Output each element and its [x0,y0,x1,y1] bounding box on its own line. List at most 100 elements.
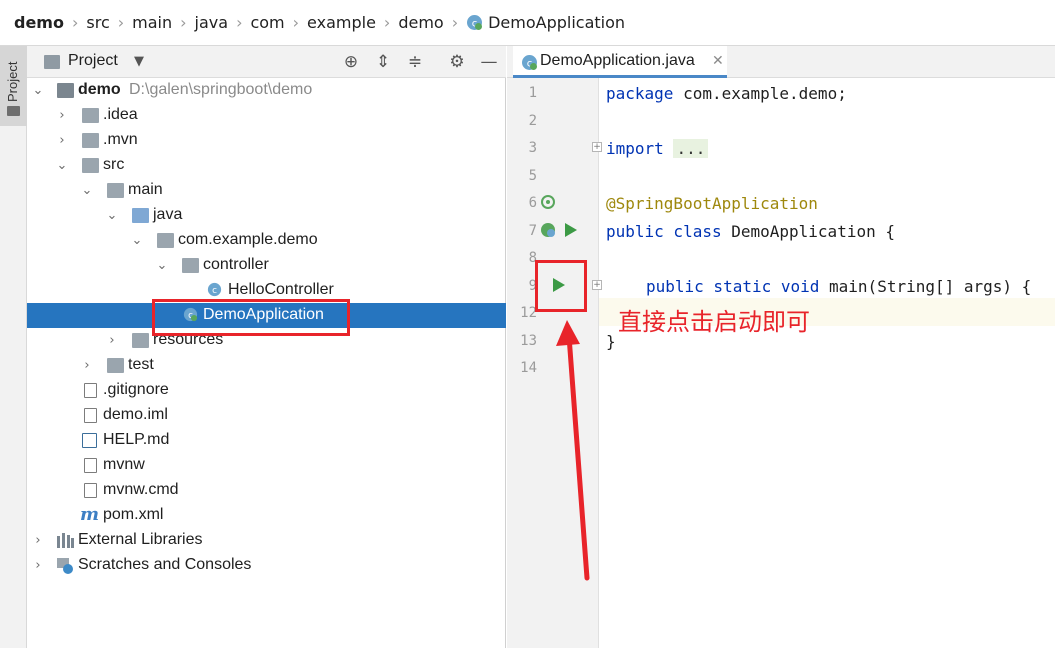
tree-label: controller [203,256,269,273]
chevron-right-icon[interactable]: › [56,134,68,147]
svg-text:c: c [212,286,217,296]
project-panel: Project ▼ ⊕ ⇕ ≑ ⚙ — ⌄ demo D:\galen\spri… [27,46,506,648]
line-number: 6 [528,195,537,211]
chevron-right-icon: › [292,13,300,32]
folder-icon [82,133,99,148]
chevron-right-icon[interactable]: › [32,559,44,572]
keyword: public static void [646,277,820,296]
code-line-13: } [606,332,616,351]
chevron-down-icon[interactable]: ⌄ [56,159,68,172]
folder-icon [107,358,124,373]
gear-icon[interactable]: ⚙ [446,51,468,73]
annotation-text: 直接点击启动即可 [618,308,810,336]
tree-row-test[interactable]: › test [27,353,506,378]
spring-boot-class-icon: c [522,55,537,70]
breadcrumb-item-demoapplication[interactable]: c DemoApplication [466,13,625,32]
tree-row-mvnw-cmd[interactable]: mvnw.cmd [27,478,506,503]
keyword: import [606,139,664,158]
tree-row-gitignore[interactable]: .gitignore [27,378,506,403]
code-area[interactable]: package com.example.demo; import ... @Sp… [599,78,1055,648]
tree-row-java[interactable]: ⌄ java [27,203,506,228]
library-icon [57,533,74,548]
module-folder-icon [57,83,74,98]
shell-script-icon [84,458,97,473]
source-folder-icon [132,208,149,223]
chevron-down-icon[interactable]: ⌄ [156,259,168,272]
highlight-box-run-button [535,260,587,312]
breadcrumb-item-main[interactable]: main [132,13,172,32]
tab-demoapplication-java[interactable]: c DemoApplication.java ✕ [513,46,727,78]
chevron-down-icon[interactable]: ▼ [134,54,144,69]
run-icon[interactable] [564,222,578,238]
ignore-file-icon [84,383,97,398]
breadcrumb-item-demo-package[interactable]: demo [398,13,443,32]
breadcrumb: demo › src › main › java › com › example… [0,0,1055,46]
tree-row-src[interactable]: ⌄ src [27,153,506,178]
chevron-right-icon: › [383,13,391,32]
scratches-icon [57,558,74,574]
line-number: 2 [528,113,537,129]
breadcrumb-item-src[interactable]: src [86,13,109,32]
chevron-down-icon[interactable]: ⌄ [81,184,93,197]
folded-imports[interactable]: ... [673,139,709,158]
chevron-down-icon[interactable]: ⌄ [32,84,44,97]
line-number: 9 [528,278,537,294]
breadcrumb-item-demo[interactable]: demo [14,13,64,32]
tree-label: pom.xml [103,506,164,523]
locate-icon[interactable]: ⊕ [340,51,362,73]
close-icon[interactable]: ✕ [712,53,724,69]
tree-row-help-md[interactable]: HELP.md [27,428,506,453]
bean-icon[interactable] [540,194,557,211]
tree-row-package[interactable]: ⌄ com.example.demo [27,228,506,253]
tree-label: src [103,156,125,173]
markdown-file-icon [82,433,97,448]
editor-gutter: 1 2 3 5 6 7 8 9 12 13 14 + + [507,78,602,648]
chevron-right-icon[interactable]: › [32,534,44,547]
project-view-selector[interactable]: Project [68,52,118,70]
chevron-down-icon[interactable]: ⌄ [131,234,143,247]
breadcrumb-item-com[interactable]: com [250,13,284,32]
tree-row-idea[interactable]: › .idea [27,103,506,128]
line-number: 5 [528,168,537,184]
line-number: 14 [520,360,537,376]
tree-row-mvnw[interactable]: mvnw [27,453,506,478]
chevron-right-icon[interactable]: › [81,359,93,372]
tree-row-demo-iml[interactable]: demo.iml [27,403,506,428]
tree-label: java [153,206,183,223]
chevron-right-icon[interactable]: › [56,109,68,122]
tree-row-demo[interactable]: ⌄ demo D:\galen\springboot\demo [27,78,506,103]
code-text: DemoApplication { [721,222,895,241]
minimize-icon[interactable]: — [478,51,500,73]
package-icon [157,233,174,248]
tree-label: demo [78,81,121,98]
tree-row-controller[interactable]: ⌄ controller [27,253,506,278]
expand-all-icon[interactable]: ⇕ [372,51,394,73]
java-class-icon: c [207,282,222,297]
tree-row-scratches[interactable]: › Scratches and Consoles [27,553,506,578]
line-number: 3 [528,140,537,156]
editor-tabs: c DemoApplication.java ✕ [507,46,1055,78]
chevron-down-icon[interactable]: ⌄ [106,209,118,222]
spring-bean-icon[interactable] [540,222,557,239]
line-number: 7 [528,223,537,239]
tree-row-pom-xml[interactable]: m pom.xml [27,503,506,528]
tool-window-stripe: Project [0,46,27,648]
line-number: 13 [520,333,537,349]
chevron-right-icon: › [236,13,243,32]
collapse-all-icon[interactable]: ≑ [404,51,426,73]
chevron-right-icon[interactable]: › [106,334,118,347]
tree-row-mvn[interactable]: › .mvn [27,128,506,153]
tree-label: mvnw [103,456,145,473]
code-line-6: @SpringBootApplication [606,194,818,213]
cmd-file-icon [84,483,97,498]
tree-label: .gitignore [103,381,169,398]
line-number: 8 [528,250,537,266]
tree-row-external-libraries[interactable]: › External Libraries [27,528,506,553]
breadcrumb-item-example[interactable]: example [307,13,376,32]
breadcrumb-item-java[interactable]: java [195,13,229,32]
tree-row-main[interactable]: ⌄ main [27,178,506,203]
project-tool-window-button[interactable]: Project [0,46,27,126]
folder-icon [7,106,20,116]
package-icon [182,258,199,273]
tree-path: D:\galen\springboot\demo [129,81,313,98]
